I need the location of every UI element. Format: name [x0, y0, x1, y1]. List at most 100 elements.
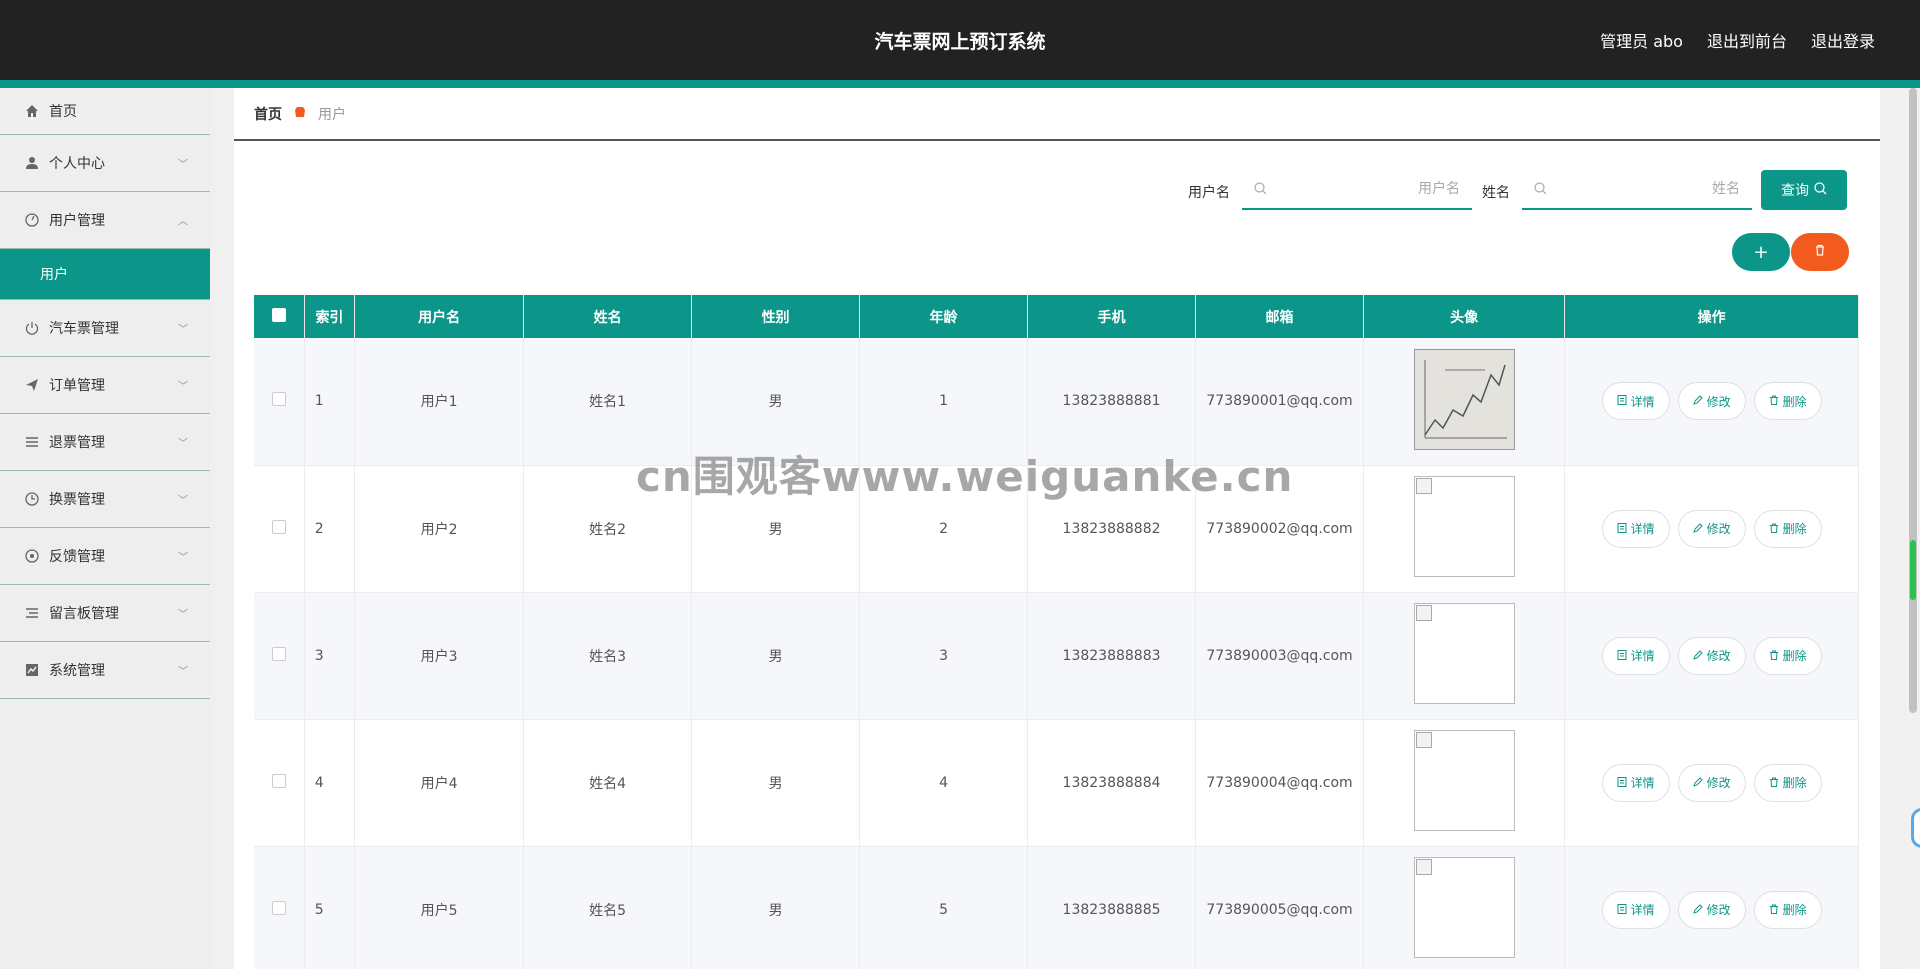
delete-button[interactable]: 删除: [1753, 763, 1822, 802]
chevron-up-icon: ︿: [178, 216, 188, 228]
actions-cell: 详情 修改 删除: [1564, 592, 1859, 720]
detail-label: 详情: [1630, 776, 1655, 790]
row-checkbox[interactable]: [271, 519, 286, 534]
sidebar-item-label: 用户管理: [49, 213, 105, 229]
floating-widget[interactable]: [1911, 808, 1920, 848]
delete-button[interactable]: 删除: [1753, 890, 1822, 929]
row-select-cell: [254, 592, 305, 720]
sidebar-item-message-board-management[interactable]: 留言板管理 ﹀: [0, 585, 210, 642]
row-checkbox[interactable]: [271, 773, 286, 788]
trash-icon: [1769, 522, 1779, 536]
sidebar-item-user-management[interactable]: 用户管理 ︿: [0, 192, 210, 249]
sidebar-subitem-users[interactable]: 用户: [0, 249, 210, 300]
chevron-down-icon: ﹀: [178, 666, 188, 678]
breadcrumb-separator-icon: [294, 106, 306, 121]
username-search-input[interactable]: [1242, 171, 1472, 207]
list-icon: [24, 434, 40, 450]
sidebar-item-home[interactable]: 首页: [0, 88, 210, 135]
name-label: 姓名: [1482, 185, 1510, 201]
delete-label: 删除: [1782, 649, 1807, 663]
edit-button[interactable]: 修改: [1677, 636, 1746, 675]
document-icon: [1617, 649, 1627, 663]
chevron-down-icon: ﹀: [178, 495, 188, 507]
select-all-checkbox[interactable]: [271, 307, 286, 322]
clock-icon: [24, 491, 40, 507]
detail-label: 详情: [1630, 394, 1655, 409]
email-cell: 773890003@qq.com: [1195, 592, 1365, 720]
column-header: 性别: [691, 295, 861, 338]
main-content: 首页 用户 用户名 姓名 查询 +: [234, 88, 1880, 969]
row-checkbox[interactable]: [271, 646, 286, 661]
sidebar-item-ticket-management[interactable]: 汽车票管理 ﹀: [0, 300, 210, 357]
edit-button[interactable]: 修改: [1677, 890, 1746, 929]
add-button[interactable]: +: [1732, 233, 1790, 271]
phone-cell: 13823888883: [1027, 592, 1197, 720]
delete-button[interactable]: 删除: [1753, 382, 1822, 421]
breadcrumb-home[interactable]: 首页: [254, 104, 282, 124]
pencil-icon: [1692, 776, 1703, 790]
detail-button[interactable]: 详情: [1601, 636, 1670, 675]
sidebar-item-label: 退票管理: [49, 435, 105, 451]
sidebar-subitem-label: 用户: [40, 267, 68, 283]
header-accent-bar: [0, 80, 1920, 88]
index-cell: 4: [304, 719, 356, 847]
admin-user-label[interactable]: 管理员 abo: [1600, 28, 1683, 52]
detail-button[interactable]: 详情: [1601, 382, 1670, 421]
edit-button[interactable]: 修改: [1677, 763, 1746, 802]
document-icon: [1617, 903, 1627, 917]
detail-button[interactable]: 详情: [1601, 509, 1670, 548]
chart-icon: [24, 662, 40, 678]
broken-image-icon: [1415, 605, 1432, 621]
query-button[interactable]: 查询: [1761, 170, 1847, 210]
sidebar-item-personal-center[interactable]: 个人中心 ﹀: [0, 135, 210, 192]
delete-button[interactable]: 删除: [1753, 636, 1822, 675]
logout-link[interactable]: 退出登录: [1811, 28, 1875, 52]
row-select-cell: [254, 719, 305, 847]
index-cell: 1: [304, 338, 356, 466]
target-icon: [24, 548, 40, 564]
sidebar-item-refund-management[interactable]: 退票管理 ﹀: [0, 414, 210, 471]
send-icon: [24, 377, 40, 393]
sidebar-item-system-management[interactable]: 系统管理 ﹀: [0, 642, 210, 699]
detail-button[interactable]: 详情: [1601, 763, 1670, 802]
sidebar-item-order-management[interactable]: 订单管理 ﹀: [0, 357, 210, 414]
edit-button[interactable]: 修改: [1677, 509, 1746, 548]
detail-button[interactable]: 详情: [1601, 890, 1670, 929]
username-label: 用户名: [1188, 185, 1230, 201]
row-checkbox[interactable]: [271, 392, 286, 407]
avatar-cell: [1363, 846, 1566, 969]
row-checkbox[interactable]: [271, 900, 286, 915]
detail-label: 详情: [1630, 649, 1655, 663]
edit-label: 修改: [1706, 776, 1731, 790]
table-row: 5 用户5 姓名5 男 5 13823888885 773890005@qq.com 详情 修改…: [254, 846, 1859, 969]
sidebar-item-exchange-management[interactable]: 换票管理 ﹀: [0, 471, 210, 528]
name-search-input[interactable]: [1522, 171, 1752, 207]
sidebar-item-label: 汽车票管理: [49, 321, 119, 337]
exit-to-front-link[interactable]: 退出到前台: [1707, 28, 1787, 52]
column-header: 手机: [1027, 295, 1197, 338]
scrollbar-thumb[interactable]: [1909, 88, 1917, 713]
column-header: 头像: [1363, 295, 1566, 338]
index-cell: 2: [304, 465, 356, 593]
trash-icon: [1769, 394, 1779, 408]
detail-label: 详情: [1630, 522, 1655, 536]
table-row: 4 用户4 姓名4 男 4 13823888884 773890004@qq.com 详情 修改…: [254, 719, 1859, 847]
username-cell: 用户2: [354, 465, 525, 593]
delete-button[interactable]: 删除: [1753, 509, 1822, 548]
edit-label: 修改: [1706, 903, 1731, 917]
age-cell: 4: [859, 719, 1029, 847]
gender-cell: 男: [691, 719, 861, 847]
chevron-down-icon: ﹀: [178, 159, 188, 171]
chevron-down-icon: ﹀: [178, 381, 188, 393]
name-cell: 姓名4: [523, 719, 693, 847]
batch-delete-button[interactable]: [1791, 233, 1849, 271]
table-header-row: 索引 用户名 姓名 性别 年龄 手机 邮箱 头像 操作: [254, 295, 1859, 338]
top-header: 汽车票网上预订系统 管理员 abo 退出到前台 退出登录: [0, 0, 1920, 80]
email-cell: 773890005@qq.com: [1195, 846, 1365, 969]
search-bar: 用户名 姓名: [234, 170, 1880, 210]
sidebar-item-feedback-management[interactable]: 反馈管理 ﹀: [0, 528, 210, 585]
document-icon: [1617, 394, 1627, 408]
phone-cell: 13823888885: [1027, 846, 1197, 969]
edit-button[interactable]: 修改: [1677, 382, 1746, 421]
avatar: [1413, 349, 1515, 451]
